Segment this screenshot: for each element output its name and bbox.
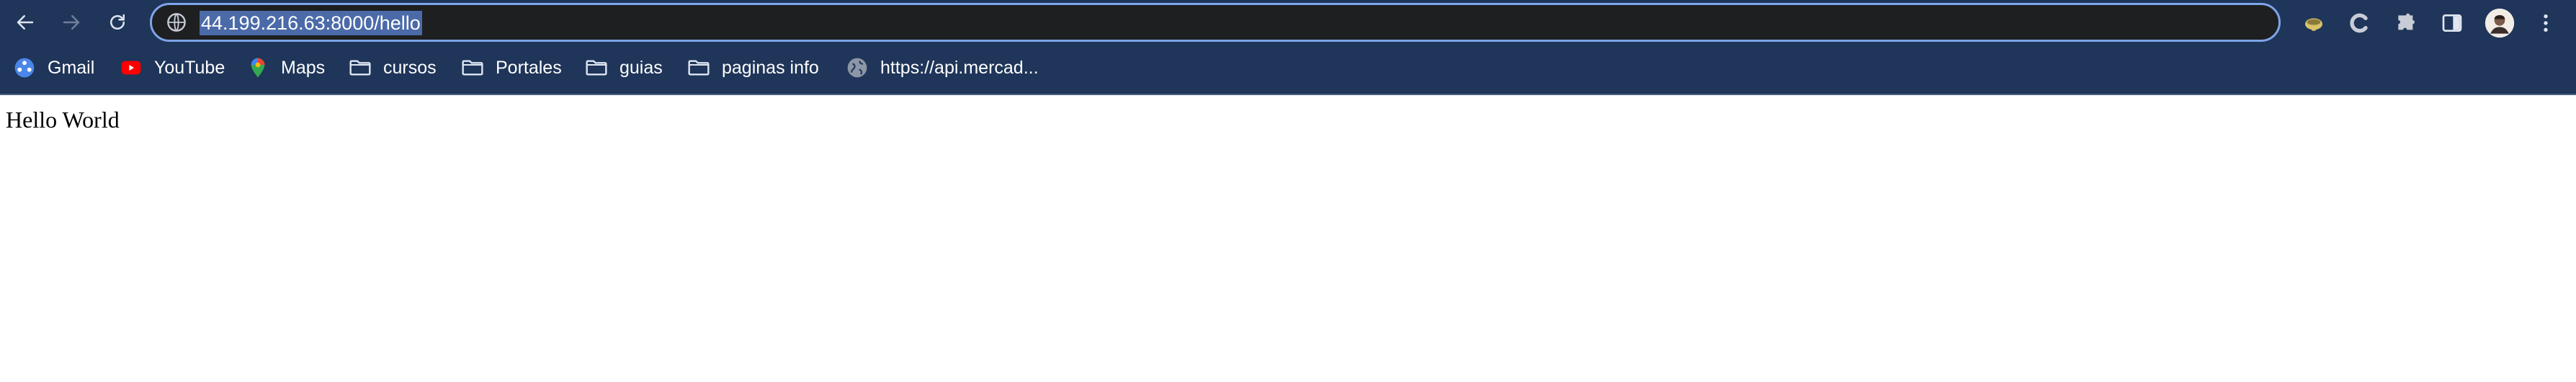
bookmark-gmail[interactable]: Gmail xyxy=(13,53,94,82)
arrow-right-icon xyxy=(63,15,80,30)
bookmark-label: YouTube xyxy=(154,57,225,78)
maps-pin-icon xyxy=(246,56,269,79)
google-apps-icon xyxy=(13,56,36,79)
bookmarks-bar: Gmail YouTube Maps cursos Portales guias… xyxy=(0,45,2576,95)
bookmark-label: paginas info xyxy=(722,57,819,78)
puzzle-extensions-icon[interactable] xyxy=(2393,10,2419,36)
bookmark-label: Gmail xyxy=(48,57,95,78)
globe-icon xyxy=(846,56,869,79)
bookmark-folder-guias[interactable]: guias xyxy=(585,53,663,82)
address-bar[interactable]: 44.199.216.63:8000/hello xyxy=(150,3,2281,42)
reload-button[interactable] xyxy=(102,7,133,37)
page-body-text: Hello World xyxy=(6,107,120,133)
folder-icon xyxy=(461,56,484,79)
back-button[interactable] xyxy=(10,7,40,37)
profile-avatar[interactable] xyxy=(2484,7,2515,39)
bookmark-youtube[interactable]: YouTube xyxy=(120,53,225,82)
folder-icon xyxy=(687,56,710,79)
browser-toolbar: 44.199.216.63:8000/hello xyxy=(0,0,2576,45)
bookmark-folder-portales[interactable]: Portales xyxy=(461,53,562,82)
extension-c-icon[interactable] xyxy=(2347,10,2373,36)
folder-icon xyxy=(349,56,372,79)
bookmark-maps[interactable]: Maps xyxy=(246,53,325,82)
youtube-icon xyxy=(120,56,143,79)
folder-icon xyxy=(585,56,608,79)
arrow-left-icon xyxy=(17,15,34,30)
forward-button[interactable] xyxy=(56,7,86,37)
bookmark-folder-paginas-info[interactable]: paginas info xyxy=(687,53,819,82)
address-bar-url[interactable]: 44.199.216.63:8000/hello xyxy=(200,11,422,35)
site-info-icon[interactable] xyxy=(166,12,187,32)
bookmark-api-mercado[interactable]: https://api.mercad... xyxy=(846,53,1039,82)
bookmark-folder-cursos[interactable]: cursos xyxy=(349,53,437,82)
bookmark-label: cursos xyxy=(383,57,437,78)
bookmark-label: Maps xyxy=(281,57,326,78)
bookmark-label: https://api.mercad... xyxy=(880,57,1039,78)
reload-icon xyxy=(110,14,125,30)
bookmark-label: Portales xyxy=(496,57,562,78)
bookmark-label: guias xyxy=(620,57,663,78)
extension-bowl-icon[interactable] xyxy=(2301,10,2327,36)
side-panel-icon[interactable] xyxy=(2439,10,2465,36)
kebab-menu-icon[interactable] xyxy=(2533,10,2559,36)
